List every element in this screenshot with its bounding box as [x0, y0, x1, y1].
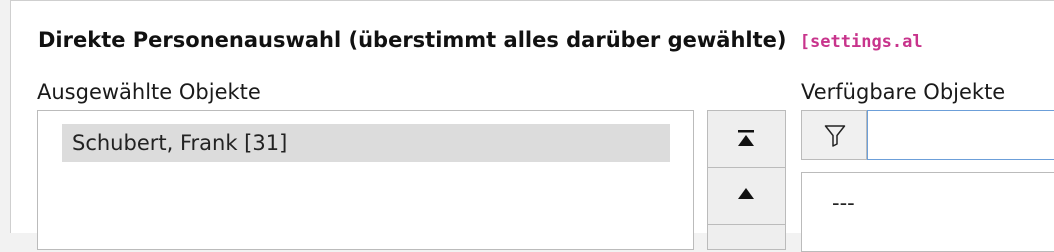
- move-up-icon: [738, 188, 754, 199]
- field-title-text: Direkte Personenauswahl (überstimmt alle…: [38, 28, 787, 52]
- filter-icon: [824, 125, 846, 147]
- filter-field: [801, 110, 1054, 160]
- field-title: Direkte Personenauswahl (überstimmt alle…: [38, 28, 923, 52]
- move-to-top-button[interactable]: [708, 111, 785, 168]
- available-objects-label: Verfügbare Objekte: [801, 80, 1006, 104]
- available-list-item[interactable]: ---: [832, 191, 855, 215]
- filter-icon-box: [801, 110, 867, 160]
- selected-list-item[interactable]: Schubert, Frank [31]: [62, 124, 670, 162]
- move-buttons-column: [707, 110, 786, 250]
- move-to-top-icon: [738, 130, 754, 146]
- move-up-button[interactable]: [708, 168, 785, 225]
- filter-input[interactable]: [867, 110, 1054, 160]
- available-objects-list[interactable]: ---: [801, 172, 1054, 252]
- settings-key-label: [settings.al: [799, 32, 923, 52]
- selected-objects-label: Ausgewählte Objekte: [37, 80, 261, 104]
- selected-objects-list[interactable]: Schubert, Frank [31]: [37, 110, 694, 250]
